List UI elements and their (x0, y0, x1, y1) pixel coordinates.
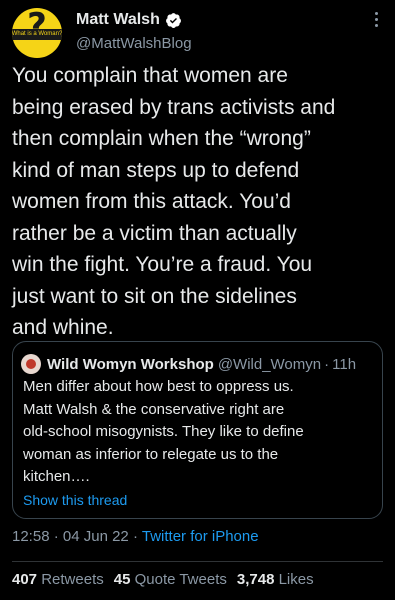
tweet-text-line: You complain that women are (12, 64, 288, 87)
avatar-band-text: What is a Woman? (12, 29, 62, 40)
tweet-text-line: being erased by trans activists and (12, 95, 336, 119)
author-display-name[interactable]: Matt Walsh (76, 11, 160, 29)
tweet-text-line: and whine. (12, 316, 114, 339)
quoted-tweet-card[interactable]: Wild Womyn Workshop @Wild_Womyn · 11h Me… (12, 341, 383, 519)
tweet-date[interactable]: 04 Jun 22 (63, 528, 129, 545)
retweets-count: 407 (12, 571, 38, 588)
show-thread-link[interactable]: Show this thread (23, 492, 127, 508)
tweet-text-line: rather be a victim than actually (12, 221, 297, 245)
tweet-text-line: then complain when the “wrong” (12, 127, 311, 150)
quoted-author-name[interactable]: Wild Womyn Workshop (47, 356, 214, 373)
meta-separator: · (53, 528, 59, 545)
retweets-label: Retweets (41, 571, 104, 588)
divider (12, 561, 383, 562)
quoted-tweet-header: Wild Womyn Workshop @Wild_Womyn · 11h (21, 354, 356, 374)
quoted-text-line: kitchen…. (23, 468, 90, 485)
tweet-time[interactable]: 12:58 (12, 528, 50, 545)
quote-tweets-label: Quote Tweets (134, 571, 227, 588)
quote-tweets-count: 45 (113, 571, 131, 588)
quote-tweets-stat[interactable]: 45 Quote Tweets (114, 571, 227, 588)
author-avatar[interactable]: ? What is a Woman? (12, 8, 62, 58)
avatar-question-mark: ? (27, 8, 47, 46)
quoted-separator: · (324, 355, 330, 373)
author-handle[interactable]: @MattWalshBlog (76, 35, 192, 52)
tweet-metadata: 12:58 · 04 Jun 22 · Twitter for iPhone (12, 528, 259, 545)
likes-label: Likes (278, 571, 314, 588)
verified-badge-icon (165, 12, 181, 28)
likes-count: 3,748 (236, 571, 275, 588)
meta-separator: · (132, 528, 138, 545)
quoted-author-avatar[interactable] (21, 354, 41, 374)
tweet-stats: 407 Retweets 45 Quote Tweets 3,748 Likes (12, 571, 314, 588)
tweet-text: You complain that women are being erased… (12, 60, 390, 344)
quoted-text-line: woman as inferior to relegate us to the (23, 445, 279, 463)
quoted-text-line: Matt Walsh & the conservative right are (23, 400, 285, 418)
likes-stat[interactable]: 3,748 Likes (237, 571, 314, 588)
quoted-text-line: old-school misogynists. They like to def… (23, 423, 304, 440)
tweet-text-line: just want to sit on the sidelines (12, 284, 297, 308)
more-options-icon[interactable] (373, 12, 379, 27)
tweet-text-line: kind of man steps up to defend (12, 158, 300, 182)
tweet-text-line: women from this attack. You’d (12, 190, 291, 213)
quoted-text-line: Men differ about how best to oppress us. (23, 378, 294, 395)
tweet-text-line: win the fight. You’re a fraud. You (12, 253, 313, 276)
author-name-row: Matt Walsh (76, 11, 182, 29)
tweet-source-link[interactable]: Twitter for iPhone (142, 528, 259, 545)
quoted-tweet-text: Men differ about how best to oppress us.… (23, 376, 304, 489)
quoted-author-handle[interactable]: @Wild_Womyn (218, 356, 321, 373)
retweets-stat[interactable]: 407 Retweets (12, 571, 104, 588)
quoted-timestamp[interactable]: 11h (332, 356, 356, 373)
